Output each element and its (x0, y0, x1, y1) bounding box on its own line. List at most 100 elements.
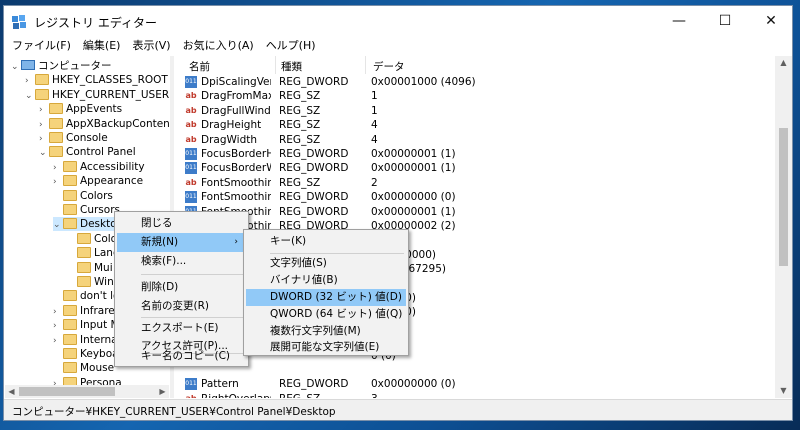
chevron-right-icon[interactable]: › (53, 319, 63, 333)
tree-item[interactable]: Keyboa (53, 347, 119, 361)
value-data: 4 (371, 119, 378, 132)
menu-item-copy-key-name[interactable]: キー名のコピー(C) (117, 348, 246, 365)
tree-item[interactable]: › Appearance (53, 174, 143, 188)
submenu-item-string[interactable]: 文字列値(S) (246, 255, 406, 272)
value-row[interactable]: ab DragFromMaxim... REG_SZ 1 (175, 89, 775, 103)
string-value-icon: ab (185, 91, 197, 101)
value-row[interactable]: ab DragWidth REG_SZ 4 (175, 133, 775, 147)
value-row[interactable]: 011 FocusBorderWid... REG_DWORD 0x00000001 … (175, 161, 775, 175)
menu-file[interactable]: ファイル(F) (4, 37, 77, 55)
tree-item[interactable]: › Input M (53, 318, 120, 332)
column-divider[interactable] (365, 56, 366, 74)
submenu-item-qword[interactable]: QWORD (64 ビット) 値(Q) (246, 306, 406, 323)
chevron-right-icon[interactable]: › (53, 305, 63, 319)
scroll-up-arrow-icon[interactable]: ▲ (775, 56, 792, 70)
tree-item[interactable]: Lang (67, 246, 120, 260)
menu-item-close[interactable]: 閉じる (117, 214, 246, 233)
close-button[interactable]: ✕ (748, 6, 792, 37)
chevron-down-icon[interactable]: ⌄ (39, 146, 49, 160)
menu-item-rename[interactable]: 名前の変更(R) (117, 297, 246, 316)
tree-item[interactable]: › AppXBackupContentType (39, 117, 169, 131)
tree-item[interactable]: ⌄ Control Panel (39, 145, 136, 159)
tree-item[interactable]: ⌄ コンピューター (11, 59, 112, 73)
tree-item[interactable]: › Console (39, 131, 108, 145)
tree-item[interactable]: Win (67, 275, 114, 289)
value-row[interactable] (175, 363, 775, 377)
value-name: FocusBorderWid... (201, 162, 271, 175)
tree-item[interactable]: don't lo (53, 289, 119, 303)
column-divider[interactable] (275, 56, 276, 74)
chevron-down-icon[interactable]: ⌄ (11, 60, 21, 74)
binary-value-icon: 011 (185, 191, 197, 204)
tree-item[interactable]: Colo (67, 232, 117, 246)
menu-item-delete[interactable]: 削除(D) (117, 278, 246, 297)
tree-item[interactable]: Mouse (53, 361, 114, 375)
menu-help[interactable]: ヘルプ(H) (260, 37, 322, 55)
menu-item-export[interactable]: エクスポート(E) (117, 319, 246, 338)
menu-item-label: QWORD (64 ビット) 値(Q) (270, 308, 403, 320)
menu-item-label: バイナリ値(B) (270, 274, 338, 286)
tree-scroll-thumb[interactable] (19, 387, 115, 396)
chevron-right-icon[interactable]: › (53, 175, 63, 189)
scroll-left-arrow-icon[interactable]: ◀ (5, 385, 18, 398)
chevron-right-icon[interactable]: › (39, 132, 49, 146)
value-data: 0x00000001 (1) (371, 148, 456, 160)
value-type: REG_DWORD (279, 76, 349, 88)
column-data-header[interactable]: データ (373, 59, 405, 74)
submenu-item-binary[interactable]: バイナリ値(B) (246, 272, 406, 289)
tree-item[interactable]: Mui (67, 261, 113, 275)
tree-item[interactable]: ⌄ Desktop (53, 217, 124, 232)
chevron-right-icon[interactable]: › (53, 334, 63, 348)
maximize-button[interactable]: ☐ (702, 6, 748, 37)
tree-item[interactable]: › Infrared (53, 304, 121, 318)
value-row[interactable]: 011 DpiScalingVer REG_DWORD 0x00001000 (409… (175, 75, 775, 89)
value-name: DragWidth (201, 133, 258, 146)
menu-item-find[interactable]: 検索(F)... (117, 252, 246, 271)
tree-item[interactable]: › Accessibility (53, 160, 145, 174)
chevron-down-icon[interactable]: ⌄ (53, 218, 63, 232)
list-scroll-thumb[interactable] (779, 128, 788, 266)
folder-icon (63, 189, 77, 201)
tree-item-label: Mui (94, 261, 113, 274)
scroll-right-arrow-icon[interactable]: ▶ (156, 385, 169, 398)
menu-item-label: 閉じる (141, 217, 173, 229)
value-row[interactable]: ab DragHeight REG_SZ 4 (175, 118, 775, 132)
minimize-button[interactable]: — (656, 6, 702, 37)
value-row[interactable]: 011 FontSmoothing... REG_DWORD 0x00000000 (… (175, 190, 775, 204)
chevron-right-icon[interactable]: › (39, 118, 49, 132)
chevron-right-icon[interactable]: › (53, 161, 63, 175)
value-row[interactable]: 011 FocusBorderHei... REG_DWORD 0x00000001 … (175, 147, 775, 161)
menu-favorites[interactable]: お気に入り(A) (177, 37, 260, 55)
column-name-header[interactable]: 名前 (189, 59, 210, 74)
value-row[interactable]: 011FontSmoothing...REG_DWORD0x00000001 (… (175, 205, 775, 219)
title-bar[interactable]: レジストリ エディター — ☐ ✕ (4, 6, 792, 37)
menu-item-new[interactable]: 新規(N) › (117, 233, 246, 252)
tree-item-label: Console (66, 132, 108, 144)
tree-item-label: AppXBackupContentType (66, 117, 169, 130)
tree-horizontal-scrollbar[interactable]: ◀ ▶ (5, 385, 169, 398)
chevron-right-icon[interactable]: › (39, 103, 49, 117)
menu-edit[interactable]: 編集(E) (77, 37, 127, 55)
tree-item[interactable]: Colors (53, 189, 113, 203)
submenu-item-dword[interactable]: DWORD (32 ビット) 値(D) (246, 289, 406, 306)
chevron-down-icon[interactable]: ⌄ (25, 89, 35, 103)
value-row[interactable]: 011 Pattern REG_DWORD 0x00000000 (0) (175, 377, 775, 391)
value-row[interactable]: ab DragFullWindows REG_SZ 1 (175, 104, 775, 118)
value-row[interactable]: ab FontSmoothing REG_SZ 2 (175, 176, 775, 190)
menu-view[interactable]: 表示(V) (126, 37, 176, 55)
tree-item[interactable]: › Internat (53, 333, 122, 347)
submenu-item-multi-string[interactable]: 複数行文字列値(M) (246, 323, 406, 340)
tree-item[interactable]: › HKEY_CLASSES_ROOT (25, 73, 168, 87)
column-type-header[interactable]: 種類 (281, 59, 302, 74)
tree-item[interactable]: ⌄ HKEY_CURRENT_USER (25, 88, 169, 102)
scroll-down-arrow-icon[interactable]: ▼ (775, 384, 792, 398)
chevron-right-icon[interactable]: › (25, 74, 35, 88)
submenu-item-expandable-string[interactable]: 展開可能な文字列値(E) (246, 340, 406, 355)
value-name: FontSmoothing (201, 176, 271, 189)
list-vertical-scrollbar[interactable]: ▲ ▼ (775, 56, 792, 398)
value-row[interactable]: ab RightOverlapCh... REG_SZ 3 (175, 392, 775, 398)
tree-item[interactable]: Cursors (53, 203, 120, 217)
submenu-item-key[interactable]: キー(K) (246, 232, 406, 251)
tree-item[interactable]: › AppEvents (39, 102, 122, 116)
menu-item-label: 新規(N) (141, 236, 179, 248)
